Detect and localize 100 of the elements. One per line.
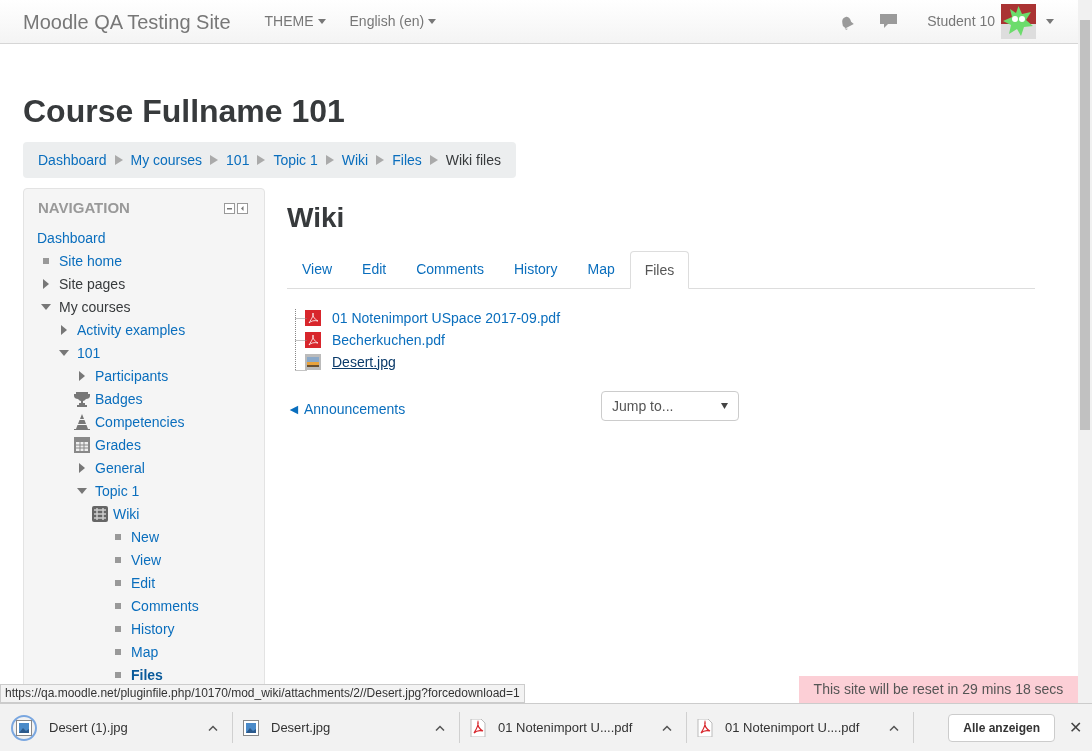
navigation-link[interactable]: Topic 1 — [95, 483, 140, 499]
status-url-tooltip: https://qa.moodle.net/pluginfile.php/10170/mod_wiki/attachments/2//Desert.jpg?forcedownload=1 — [0, 684, 525, 703]
navigation-link[interactable]: 101 — [77, 345, 101, 361]
bullet-icon — [115, 603, 121, 609]
expand-caret-icon[interactable] — [889, 724, 899, 731]
tab[interactable]: Files — [629, 251, 690, 289]
navigation-link[interactable]: Activity examples — [77, 322, 186, 338]
previous-activity-link[interactable]: ◄ Announcements — [287, 399, 601, 420]
download-item[interactable]: Desert (1).jpg — [6, 712, 233, 743]
site-name-link[interactable]: Moodle QA Testing Site — [23, 6, 231, 37]
navigation-link[interactable]: Site pages — [59, 276, 126, 292]
bullet-icon — [115, 557, 121, 563]
close-button[interactable]: ✕ — [1069, 715, 1082, 740]
collapsed-arrow-icon[interactable] — [79, 463, 85, 473]
bullet-icon — [115, 672, 121, 678]
tab[interactable]: Edit — [347, 250, 402, 288]
navigation-link[interactable]: Files — [131, 667, 163, 683]
breadcrumb-link[interactable]: 101 — [226, 149, 250, 171]
expanded-arrow-icon[interactable] — [77, 488, 87, 494]
reset-notice: This site will be reset in 29 mins 18 secs — [799, 676, 1078, 703]
navigation-link[interactable]: Dashboard — [37, 230, 106, 246]
separator-icon — [325, 155, 334, 165]
user-menu-caret-icon — [1046, 19, 1054, 24]
file-link[interactable]: Becherkuchen.pdf — [332, 329, 445, 351]
navbar-menu[interactable]: THEME — [264, 11, 326, 32]
bullet-icon — [115, 534, 121, 540]
block-title: NAVIGATION — [38, 198, 130, 218]
tree-lines — [295, 309, 307, 373]
separator-icon — [257, 155, 266, 165]
pdf-file-icon — [305, 310, 321, 326]
expanded-arrow-icon[interactable] — [59, 350, 69, 356]
collapsed-arrow-icon[interactable] — [43, 279, 49, 289]
trophy-icon — [74, 391, 90, 407]
pdf-file-icon — [305, 332, 321, 348]
expand-caret-icon[interactable] — [208, 724, 218, 731]
download-item[interactable]: 01 Notenimport U....pdf — [687, 712, 914, 743]
user-name[interactable]: Student 10 — [927, 11, 995, 32]
grades-icon — [74, 437, 90, 453]
caret-icon — [428, 19, 437, 24]
navigation-link[interactable]: Grades — [95, 437, 141, 453]
bullet-icon — [115, 649, 121, 655]
breadcrumb-current-page: Wiki files — [445, 150, 502, 170]
navigation-link[interactable]: Participants — [95, 368, 169, 384]
file-link[interactable]: Desert.jpg — [332, 351, 396, 373]
breadcrumb-link[interactable]: My courses — [130, 149, 203, 171]
image-file-icon — [243, 719, 259, 736]
pdf-file-icon — [697, 718, 713, 737]
navigation-link[interactable]: View — [131, 552, 162, 568]
navigation-link[interactable]: Badges — [95, 391, 143, 407]
breadcrumb-link[interactable]: Files — [392, 149, 422, 171]
activity-heading: Wiki — [287, 202, 346, 234]
download-item[interactable]: Desert.jpg — [233, 712, 460, 743]
pdf-file-icon — [470, 718, 486, 737]
navbar-menu[interactable]: English (en) — [349, 11, 437, 32]
separator-icon — [210, 155, 219, 165]
bullet-icon — [115, 580, 121, 586]
minimize-icon[interactable] — [224, 202, 235, 214]
competency-icon — [74, 414, 90, 430]
separator-icon — [376, 155, 385, 165]
show-all-button[interactable]: Alle anzeigen — [948, 713, 1055, 742]
navigation-link[interactable]: Competencies — [95, 414, 185, 430]
jump-to-select[interactable]: Jump to... — [601, 391, 739, 421]
navigation-link[interactable]: Edit — [131, 575, 156, 591]
wiki-icon — [92, 506, 108, 522]
tab[interactable]: Map — [572, 250, 630, 288]
expand-caret-icon[interactable] — [435, 724, 445, 731]
tab[interactable]: History — [498, 250, 573, 288]
bullet-icon — [115, 626, 121, 632]
navigation-link[interactable]: General — [95, 460, 145, 476]
navigation-link[interactable]: New — [131, 529, 159, 545]
scrollbar[interactable] — [1078, 0, 1092, 703]
scrollbar-thumb[interactable] — [1080, 20, 1090, 430]
collapsed-arrow-icon[interactable] — [61, 325, 67, 335]
chat-icon[interactable] — [880, 14, 898, 29]
navigation-link[interactable]: Map — [131, 644, 159, 660]
bullet-icon — [43, 258, 49, 264]
file-link[interactable]: 01 Notenimport USpace 2017-09.pdf — [332, 307, 561, 329]
tab[interactable]: View — [287, 250, 348, 288]
breadcrumb-link[interactable]: Wiki — [341, 149, 369, 171]
tab[interactable]: Comments — [401, 250, 499, 288]
caret-icon — [317, 19, 326, 24]
separator-icon — [114, 155, 123, 165]
image-file-icon — [305, 354, 321, 370]
avatar-icon[interactable] — [1001, 4, 1036, 39]
breadcrumb-link[interactable]: Dashboard — [38, 149, 107, 171]
separator-icon — [429, 155, 438, 165]
navigation-link[interactable]: Wiki — [113, 506, 140, 522]
expanded-arrow-icon[interactable] — [41, 304, 51, 310]
page-title: Course Fullname 101 — [23, 94, 346, 128]
dock-icon[interactable] — [237, 202, 248, 214]
caret-icon — [721, 403, 728, 409]
breadcrumb-link[interactable]: Topic 1 — [273, 149, 318, 171]
download-item[interactable]: 01 Notenimport U....pdf — [460, 712, 687, 743]
image-file-icon — [16, 719, 32, 736]
navigation-link[interactable]: Comments — [131, 598, 199, 614]
navigation-link[interactable]: My courses — [59, 299, 131, 315]
navigation-link[interactable]: History — [131, 621, 175, 637]
collapsed-arrow-icon[interactable] — [79, 371, 85, 381]
navigation-link[interactable]: Site home — [59, 253, 123, 269]
expand-caret-icon[interactable] — [662, 724, 672, 731]
